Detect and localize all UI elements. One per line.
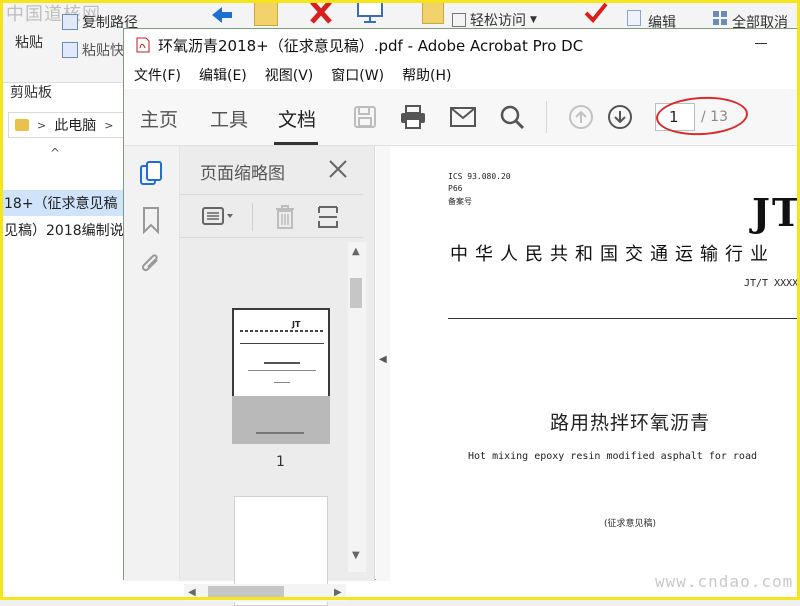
checkmark-icon[interactable] <box>583 0 609 26</box>
acrobat-window: 环氧沥青2018+（征求意见稿）.pdf - Adobe Acrobat Pro… <box>123 28 800 606</box>
menu-file[interactable]: 文件(F) <box>134 65 181 85</box>
previous-page-icon[interactable] <box>565 101 597 133</box>
page-thumbnails-icon[interactable] <box>138 160 164 186</box>
minimize-button[interactable] <box>755 35 769 51</box>
paste-button[interactable]: 粘贴 <box>15 32 43 52</box>
paste-shortcut-label: 粘贴快 <box>82 43 124 59</box>
doc-rule <box>448 318 800 319</box>
menu-view[interactable]: 视图(V) <box>265 65 314 85</box>
easy-access-button[interactable]: 轻松访问 ▼ <box>452 10 537 30</box>
scroll-right-icon[interactable]: ▶ <box>334 587 342 598</box>
chevron-right-icon: > <box>37 118 47 132</box>
document-page: ICS 93.080.20 P66 备案号 JT 中华人民共和国交通运输行业 J… <box>390 146 800 581</box>
horizontal-scroll-thumb[interactable] <box>208 586 284 600</box>
menu-help[interactable]: 帮助(H) <box>402 65 451 85</box>
paste-shortcut-button[interactable]: 粘贴快 <box>62 40 124 60</box>
thumb-draft-line <box>274 382 290 383</box>
collapse-caret-icon[interactable]: ^ <box>50 146 60 160</box>
thumbnail-page-number: 1 <box>276 454 285 470</box>
panel-collapse-handle[interactable]: ◀ <box>376 146 390 581</box>
doc-title-en: Hot mixing epoxy resin modified asphalt … <box>468 451 757 462</box>
file-list-item[interactable]: 18+（征求意见稿 <box>0 190 130 216</box>
scroll-down-icon[interactable]: ▼ <box>352 550 360 561</box>
copy-path-icon <box>62 14 78 30</box>
page-thumbnails-panel: 页面缩略图 ▲ ▼ JT 1 ◀ ▶ <box>180 146 375 606</box>
doc-jt-mark: JT <box>752 190 800 235</box>
doc-heading: 中华人民共和国交通运输行业 <box>450 244 775 265</box>
doc-record-number: 备案号 <box>448 197 472 206</box>
title-bar: 环氧沥青2018+（征求意见稿）.pdf - Adobe Acrobat Pro… <box>124 29 799 61</box>
folder-icon[interactable] <box>254 2 278 26</box>
delete-x-icon[interactable] <box>306 0 336 26</box>
menu-bar: 文件(F) 编辑(E) 视图(V) 窗口(W) 帮助(H) <box>124 61 799 89</box>
file-list-item[interactable]: 见稿）2018编制说 <box>0 218 130 242</box>
chevron-left-icon[interactable]: ◀ <box>379 354 387 365</box>
scroll-up-icon[interactable]: ▲ <box>352 246 360 257</box>
pdf-file-icon <box>136 37 150 53</box>
tab-document[interactable]: 文档 <box>278 105 316 132</box>
annotation-highlight-oval <box>655 94 749 138</box>
options-menu-icon[interactable] <box>202 205 236 227</box>
tab-tools[interactable]: 工具 <box>210 105 248 132</box>
doc-classification: P66 <box>448 184 463 193</box>
new-folder-icon[interactable] <box>422 2 444 24</box>
easy-access-label: 轻松访问 <box>470 13 526 29</box>
thumbnail-scroll-thumb[interactable] <box>350 278 362 308</box>
thumb-heading-line <box>240 330 324 332</box>
save-icon[interactable] <box>349 101 381 133</box>
bookmark-icon[interactable] <box>138 206 164 235</box>
monitor-icon[interactable] <box>354 0 386 26</box>
clipboard-group-label: 剪贴板 <box>10 85 52 101</box>
site-watermark: www.cndao.com <box>655 572 794 591</box>
address-bar[interactable]: > 此电脑 > <box>8 112 128 138</box>
print-icon[interactable] <box>397 101 429 133</box>
chevron-right-icon: > <box>104 118 114 132</box>
doc-ics-code: ICS 93.080.20 <box>448 172 511 181</box>
easy-access-icon <box>452 13 466 27</box>
edit-icon <box>627 10 641 26</box>
thumb-toolbar-divider <box>252 203 253 231</box>
close-icon[interactable] <box>327 158 349 180</box>
folder-icon <box>15 119 29 131</box>
thumb-subtitle-line <box>248 370 316 371</box>
toolbar-divider <box>546 101 547 133</box>
thumbnail-toolbar <box>180 194 363 238</box>
thumbnail-page-footer <box>232 396 330 444</box>
next-page-icon[interactable] <box>604 101 636 133</box>
active-tab-indicator <box>274 142 318 145</box>
doc-draft-note: (征求意见稿) <box>604 519 657 529</box>
paste-shortcut-icon <box>62 42 78 58</box>
menu-window[interactable]: 窗口(W) <box>331 65 384 85</box>
thumb-rule <box>240 343 324 344</box>
navigation-rail <box>124 146 180 581</box>
delete-page-icon[interactable] <box>274 204 296 230</box>
thumb-jt-mark: JT <box>292 320 301 329</box>
grid-icon <box>712 10 728 26</box>
scroll-left-icon[interactable]: ◀ <box>188 587 196 598</box>
thumb-footer-line <box>256 432 304 434</box>
main-toolbar: 主页 工具 文档 1 / 13 <box>124 89 799 146</box>
breadcrumb-this-pc[interactable]: 此电脑 <box>54 115 96 135</box>
thumbnail-panel-title: 页面缩略图 <box>200 164 285 184</box>
doc-standard-number: JT/T XXXX <box>744 278 799 289</box>
attachment-icon[interactable] <box>138 250 164 276</box>
back-arrow-icon[interactable] <box>208 4 234 26</box>
email-icon[interactable] <box>447 101 479 133</box>
chevron-down-icon: ▼ <box>530 15 537 25</box>
menu-edit[interactable]: 编辑(E) <box>199 65 247 85</box>
window-title: 环氧沥青2018+（征求意见稿）.pdf - Adobe Acrobat Pro… <box>158 36 584 55</box>
tab-home[interactable]: 主页 <box>140 105 178 132</box>
thumb-title-line <box>264 362 300 364</box>
extract-page-icon[interactable] <box>316 204 340 230</box>
search-icon[interactable] <box>496 101 528 133</box>
doc-title-cn: 路用热拌环氧沥青 <box>550 412 711 434</box>
